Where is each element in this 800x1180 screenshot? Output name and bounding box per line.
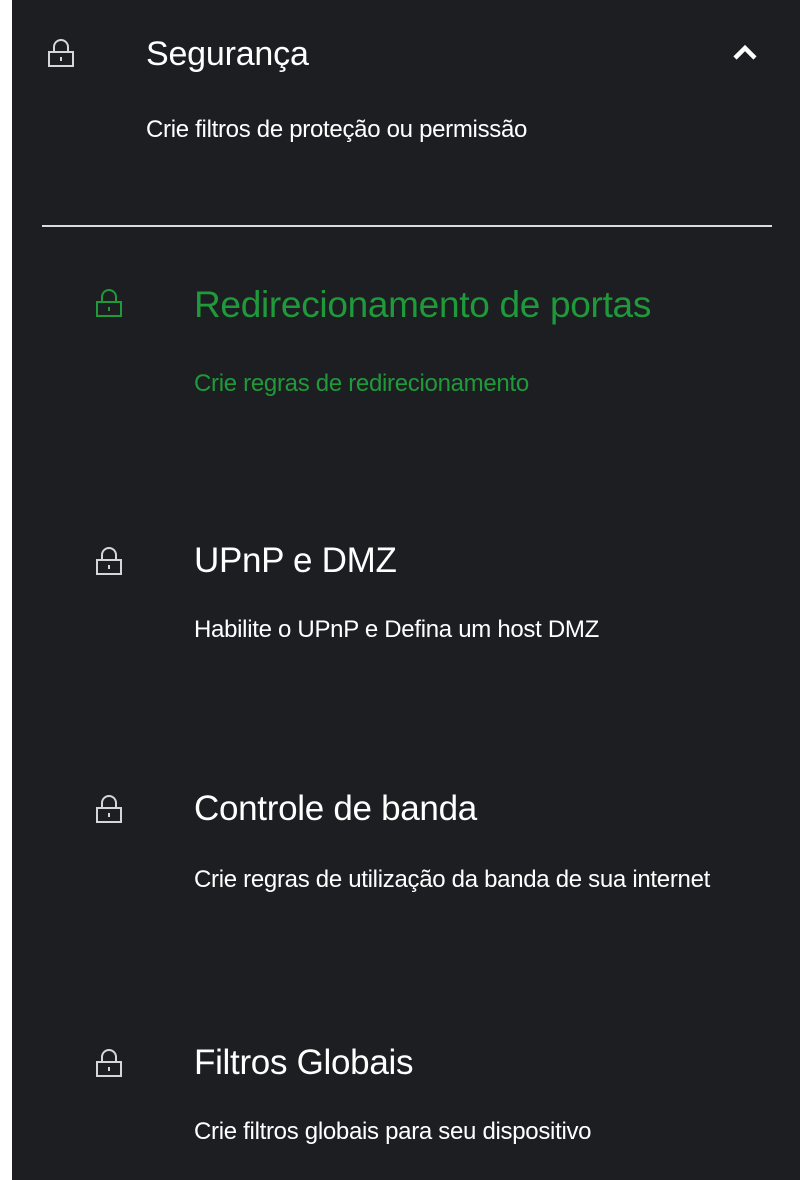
lock-icon [96,795,122,823]
chevron-up-icon[interactable] [725,34,765,74]
submenu-item-description: Crie filtros globais para seu dispositiv… [194,1118,592,1145]
submenu-item-title: Filtros Globais [194,1043,414,1082]
submenu-item-controle-de-banda[interactable]: Controle de banda Crie regras de utiliza… [12,776,800,966]
section-title: Segurança [146,35,309,73]
lock-icon [96,547,122,575]
submenu-item-upnp-e-dmz[interactable]: UPnP e DMZ Habilite o UPnP e Defina um h… [12,530,800,670]
lock-icon [96,1049,122,1077]
section-header-seguranca[interactable]: Segurança Crie filtros de proteção ou pe… [12,0,800,225]
submenu-item-description: Crie regras de utilização da banda de su… [194,866,711,893]
submenu-item-filtros-globais[interactable]: Filtros Globais Crie filtros globais par… [12,1030,800,1170]
submenu-item-description: Crie regras de redirecionamento [194,370,529,397]
section-description: Crie filtros de proteção ou permissão [146,116,528,143]
submenu-item-title: Redirecionamento de portas [194,284,652,325]
section-divider [42,225,772,227]
submenu-item-redirecionamento-de-portas[interactable]: Redirecionamento de portas Crie regras d… [12,270,800,430]
submenu-item-description: Habilite o UPnP e Defina um host DMZ [194,616,599,643]
submenu-item-title: UPnP e DMZ [194,541,397,580]
submenu-item-title: Controle de banda [194,789,477,828]
security-menu-panel: Segurança Crie filtros de proteção ou pe… [12,0,800,1180]
lock-icon [96,289,122,317]
lock-icon [48,39,74,67]
